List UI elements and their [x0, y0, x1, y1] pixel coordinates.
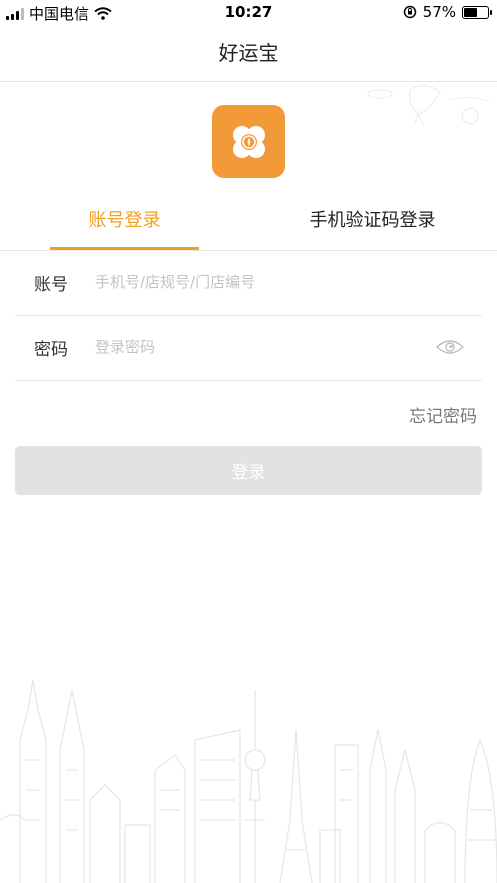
account-input[interactable] [95, 264, 425, 300]
password-row: 密码 [15, 315, 482, 381]
login-button[interactable]: 登录 [15, 446, 482, 495]
forgot-password-link[interactable]: 忘记密码 [409, 402, 477, 427]
battery-fill [464, 7, 478, 17]
decoration-hot-air-balloon-icon [367, 84, 491, 127]
tab-account-login[interactable]: 账号登录 [50, 196, 199, 250]
tab-sms-login[interactable]: 手机验证码登录 [290, 196, 455, 250]
app-logo [212, 105, 285, 178]
password-input[interactable] [95, 329, 425, 365]
account-row: 账号 [15, 250, 482, 316]
page-title: 好运宝 [218, 41, 279, 65]
battery-icon [462, 5, 492, 19]
login-tabs: 账号登录 手机验证码登录 [0, 196, 497, 251]
password-label: 密码 [34, 340, 68, 360]
eye-icon[interactable] [436, 338, 464, 356]
nav-bar: 好运宝 [0, 26, 497, 82]
battery-percent: 57% [422, 3, 456, 21]
status-right: 57% [403, 3, 492, 21]
status-bar: 中国电信 10:27 57% [0, 0, 497, 26]
account-label: 账号 [34, 275, 68, 295]
city-skyline-illustration [0, 679, 497, 883]
rotation-lock-icon [403, 5, 416, 19]
clover-icon [232, 125, 265, 158]
